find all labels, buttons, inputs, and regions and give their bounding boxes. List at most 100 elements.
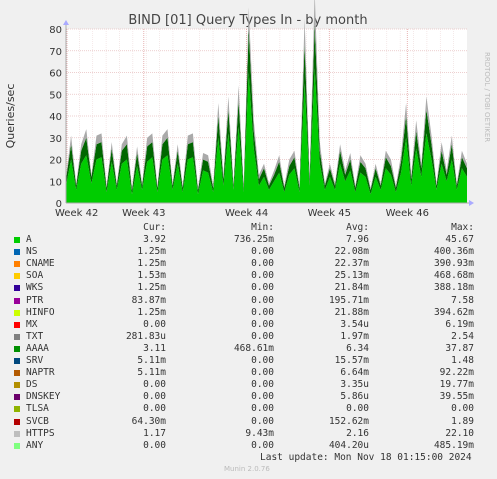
legend-series-name: TXT bbox=[26, 330, 44, 342]
legend-min-value: 0.00 bbox=[251, 306, 274, 318]
rrdtool-watermark: RRDTOOL / TOBI OETIKER bbox=[483, 52, 491, 142]
legend-cur-value: 5.11m bbox=[137, 367, 166, 379]
legend-series-name: PTR bbox=[26, 294, 44, 306]
legend-avg-value: 7.96 bbox=[346, 234, 369, 245]
legend-swatch bbox=[14, 442, 20, 449]
legend-cur-value: 1.25m bbox=[137, 306, 166, 318]
legend-min-value: 0.00 bbox=[251, 391, 274, 403]
y-tick-label: 10 bbox=[49, 177, 62, 188]
legend-swatch bbox=[14, 358, 20, 364]
legend-cur-value: 0.00 bbox=[143, 439, 166, 451]
legend-min-value: 0.00 bbox=[251, 379, 274, 391]
legend-max-value: 37.87 bbox=[445, 342, 474, 354]
legend-series-name: AAAA bbox=[26, 342, 49, 354]
legend-max-value: 388.18m bbox=[433, 282, 474, 294]
legend-cur-value: 281.83u bbox=[125, 330, 166, 342]
legend-row-mx: MX 0.00 0.00 3.54u 6.19m bbox=[0, 319, 497, 331]
legend-max-value: 39.55m bbox=[439, 391, 474, 403]
legend-min-value: 736.25m bbox=[233, 234, 274, 245]
legend-avg-value: 21.84m bbox=[334, 282, 369, 294]
legend-avg-value: 6.64m bbox=[340, 367, 369, 379]
legend-swatch bbox=[14, 430, 20, 437]
legend-min-value: 0.00 bbox=[251, 367, 274, 379]
legend-max-value: 390.93m bbox=[433, 258, 474, 270]
y-tick-label: 70 bbox=[49, 47, 62, 58]
y-tick-label: 40 bbox=[49, 112, 62, 123]
legend-cur-value: 0.00 bbox=[143, 403, 166, 415]
legend-header-avg: Avg: bbox=[346, 222, 369, 233]
legend-series-name: SOA bbox=[26, 270, 44, 282]
legend-row-ns: NS 1.25m 0.00 22.08m 400.36m bbox=[0, 246, 497, 258]
legend-cur-value: 0.00 bbox=[143, 391, 166, 403]
legend-avg-value: 22.37m bbox=[334, 258, 369, 270]
legend-cur-value: 1.53m bbox=[137, 270, 166, 282]
legend-avg-value: 1.97m bbox=[340, 330, 369, 342]
legend-min-value: 0.00 bbox=[251, 415, 274, 427]
legend-cur-value: 1.25m bbox=[137, 258, 166, 270]
legend-swatch bbox=[14, 345, 20, 352]
legend-cur-value: 5.11m bbox=[137, 355, 166, 366]
legend-avg-value: 3.35u bbox=[340, 379, 369, 391]
legend-avg-value: 21.88m bbox=[334, 306, 369, 318]
legend-avg-value: 5.86u bbox=[340, 391, 369, 403]
legend-row-tlsa: TLSA 0.00 0.00 0.00 0.00 bbox=[0, 403, 497, 415]
legend-min-value: 0.00 bbox=[251, 258, 274, 270]
legend-series-name: WKS bbox=[26, 282, 44, 294]
legend-swatch bbox=[14, 237, 20, 243]
legend-min-value: 0.00 bbox=[251, 403, 274, 415]
legend-max-value: 400.36m bbox=[433, 246, 474, 258]
legend-cur-value: 3.92 bbox=[143, 234, 166, 245]
legend-series-name: SVCB bbox=[26, 415, 49, 427]
legend-min-value: 0.00 bbox=[251, 270, 274, 282]
legend-avg-value: 22.08m bbox=[334, 246, 369, 258]
legend-avg-value: 15.57m bbox=[334, 355, 369, 366]
y-tick-label: 20 bbox=[49, 156, 62, 167]
legend-header: Cur: Min: Avg: Max: bbox=[0, 222, 497, 234]
legend-swatch bbox=[14, 261, 20, 268]
legend-swatch bbox=[14, 333, 20, 340]
legend-cur-value: 83.87m bbox=[131, 294, 166, 306]
legend-avg-value: 6.34 bbox=[346, 342, 369, 354]
legend-row-aaaa: AAAA 3.11 468.61m 6.34 37.87 bbox=[0, 343, 497, 355]
legend-avg-value: 152.62m bbox=[328, 415, 369, 427]
y-tick-label: 60 bbox=[49, 69, 62, 80]
legend-cur-value: 0.00 bbox=[143, 379, 166, 391]
legend-swatch bbox=[14, 249, 20, 256]
legend-swatch bbox=[14, 370, 20, 377]
legend-max-value: 1.89 bbox=[451, 415, 474, 427]
legend-series-name: TLSA bbox=[26, 403, 49, 415]
legend-max-value: 19.77m bbox=[439, 379, 474, 391]
last-update: Last update: Mon Nov 18 01:15:00 2024 bbox=[260, 452, 472, 463]
legend-min-value: 9.43m bbox=[245, 427, 274, 439]
legend-series-name: HINFO bbox=[26, 306, 55, 318]
legend-series-name: DNSKEY bbox=[26, 391, 61, 403]
legend-row-a: A 3.92 736.25m 7.96 45.67 bbox=[0, 234, 497, 246]
legend-series-name: ANY bbox=[26, 439, 44, 451]
legend-swatch bbox=[14, 406, 20, 413]
x-tick-label: Week 44 bbox=[225, 208, 268, 219]
legend-avg-value: 25.13m bbox=[334, 270, 369, 282]
legend-min-value: 0.00 bbox=[251, 355, 274, 366]
legend-header-min: Min: bbox=[251, 222, 274, 233]
legend-max-value: 6.19m bbox=[445, 318, 474, 330]
legend-max-value: 92.22m bbox=[439, 367, 474, 379]
legend-max-value: 1.48 bbox=[451, 355, 474, 366]
legend-cur-value: 64.30m bbox=[131, 415, 166, 427]
legend-row-ds: DS 0.00 0.00 3.35u 19.77m bbox=[0, 379, 497, 391]
legend-row-srv: SRV 5.11m 0.00 15.57m 1.48 bbox=[0, 355, 497, 367]
y-tick-label: 30 bbox=[49, 134, 62, 145]
legend-row-txt: TXT 281.83u 0.00 1.97m 2.54 bbox=[0, 331, 497, 343]
legend-swatch bbox=[14, 418, 20, 425]
legend-swatch bbox=[14, 309, 20, 316]
legend-row-cname: CNAME 1.25m 0.00 22.37m 390.93m bbox=[0, 258, 497, 270]
x-tick-label: Week 46 bbox=[386, 208, 429, 219]
legend-series-name: NS bbox=[26, 246, 38, 258]
legend-cur-value: 0.00 bbox=[143, 318, 166, 330]
legend-avg-value: 404.20u bbox=[328, 439, 369, 451]
chart-title: BIND [01] Query Types In - by month bbox=[128, 13, 367, 28]
y-tick-label: 80 bbox=[49, 25, 62, 36]
legend-max-value: 7.58 bbox=[451, 294, 474, 306]
legend-series-name: MX bbox=[26, 318, 38, 330]
legend-min-value: 0.00 bbox=[251, 246, 274, 258]
legend-series-name: DS bbox=[26, 379, 38, 391]
